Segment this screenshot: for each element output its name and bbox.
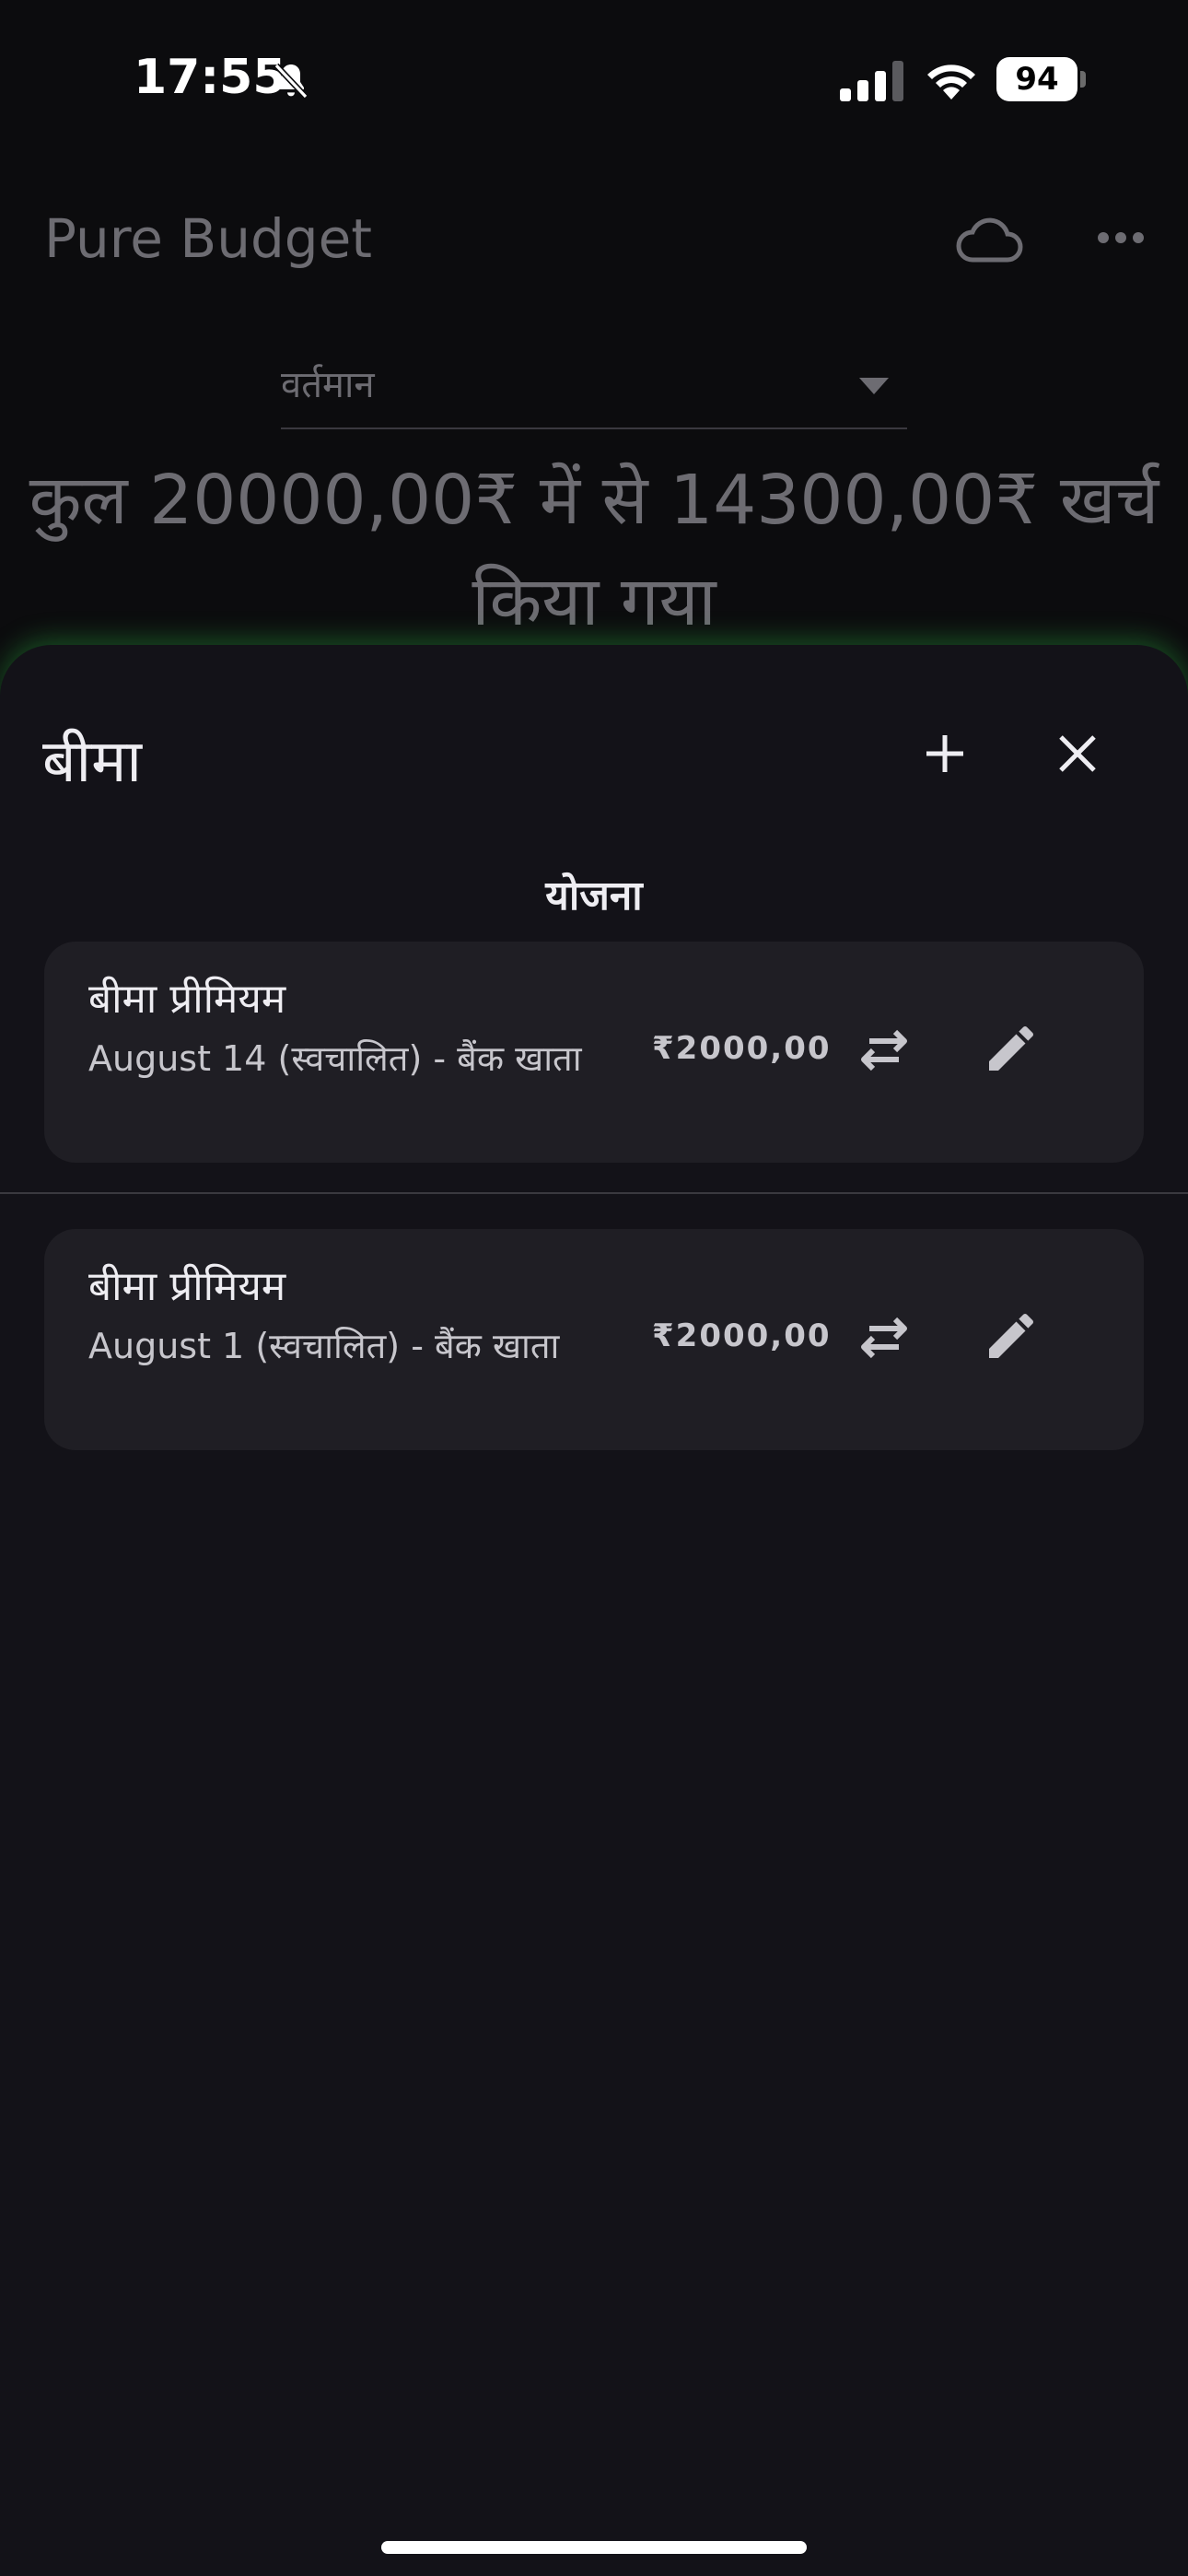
period-select-value: वर्तमान (281, 364, 375, 406)
cloud-icon[interactable] (954, 214, 1024, 267)
list-item[interactable]: बीमा प्रीमियम August 1 (स्वचालित) - बैंक… (44, 1229, 1144, 1450)
budget-summary: कुल 20000,00₹ में से 14300,00₹ खर्च किया… (0, 450, 1188, 652)
bell-slash-icon (274, 63, 309, 100)
item-title: बीमा प्रीमियम (88, 1263, 286, 1310)
cellular-signal-icon (840, 61, 903, 101)
battery-nub (1080, 71, 1086, 88)
budget-summary-line2: किया गया (472, 562, 716, 641)
wifi-icon (927, 64, 975, 100)
home-indicator[interactable] (381, 2541, 807, 2554)
item-title: बीमा प्रीमियम (88, 976, 286, 1023)
status-time: 17:55 (134, 50, 286, 105)
section-heading: योजना (545, 872, 643, 919)
screen: 17:55 94 Pure Budget वर्तमान कुल 20000,0… (0, 0, 1188, 2576)
category-sheet: बीमा योजना बीमा प्रीमियम August 14 (स्वच… (0, 645, 1188, 2576)
add-button[interactable] (908, 717, 982, 790)
transfer-icon[interactable] (855, 1025, 914, 1076)
more-icon[interactable] (1096, 228, 1146, 247)
plus-icon (926, 735, 963, 772)
sheet-title: बीमा (42, 728, 142, 796)
close-button[interactable] (1041, 717, 1114, 790)
battery-icon: 94 (996, 57, 1086, 101)
budget-summary-line1: कुल 20000,00₹ में से 14300,00₹ खर्च (29, 461, 1159, 540)
item-subtitle: August 1 (स्वचालित) - बैंक खाता (88, 1326, 560, 1366)
app-title[interactable]: Pure Budget (44, 207, 372, 270)
transfer-icon[interactable] (855, 1312, 914, 1364)
close-icon (1059, 735, 1096, 772)
edit-icon[interactable] (982, 1306, 1041, 1365)
dropdown-icon (859, 378, 889, 394)
item-subtitle: August 14 (स्वचालित) - बैंक खाता (88, 1038, 582, 1079)
list-item[interactable]: बीमा प्रीमियम August 14 (स्वचालित) - बैं… (44, 942, 1144, 1163)
edit-icon[interactable] (982, 1019, 1041, 1078)
item-amount: ₹2000,00 (652, 1317, 832, 1354)
battery-level: 94 (996, 57, 1077, 101)
status-bar: 17:55 94 (0, 0, 1188, 157)
period-select[interactable]: वर्तमान (281, 350, 907, 429)
item-amount: ₹2000,00 (652, 1030, 832, 1067)
divider (0, 1192, 1188, 1194)
